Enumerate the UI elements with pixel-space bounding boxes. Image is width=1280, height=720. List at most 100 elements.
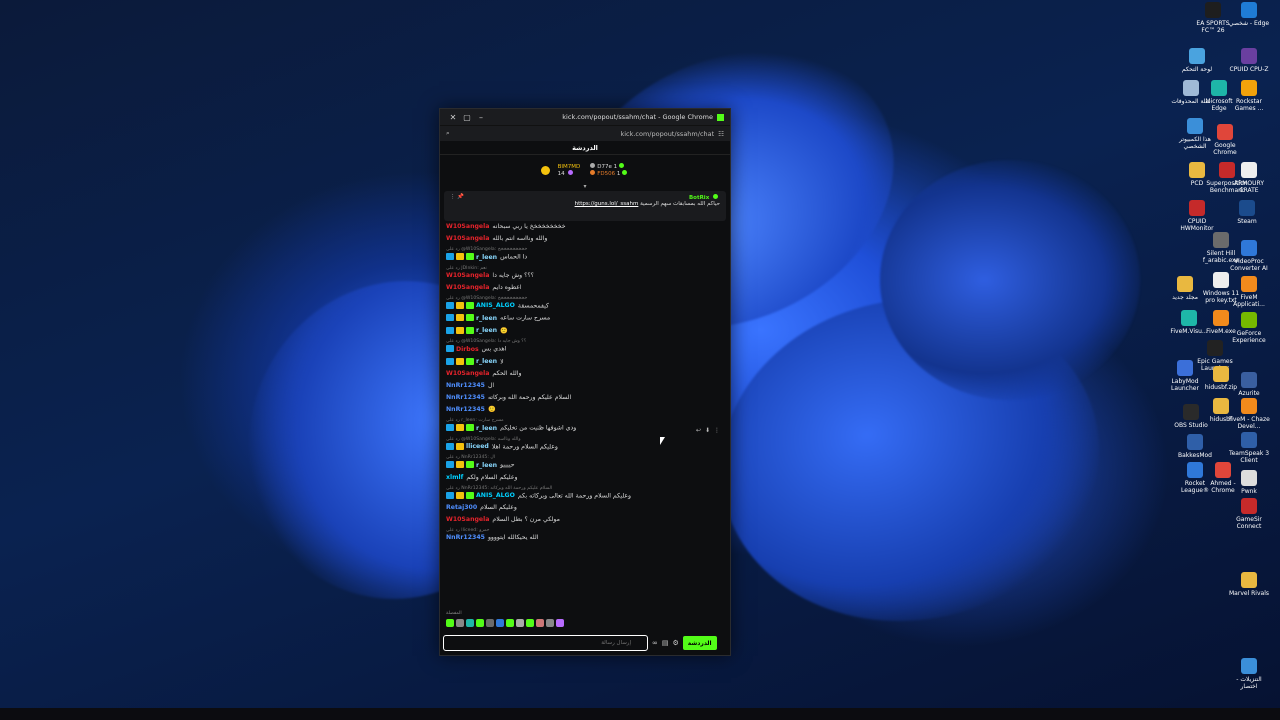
chat-messages[interactable]: W10Sangela خخخخخخخخخ يا ربي سبحانه W10Sang…	[440, 221, 730, 611]
chat-message[interactable]: W10Sangela والله ونااسه انتم بالله	[446, 235, 724, 243]
desktop-shortcut[interactable]: Rockstar Games ...	[1228, 80, 1270, 112]
more-icon[interactable]: ⋮	[714, 427, 724, 434]
close-icon[interactable]: ✕	[446, 113, 460, 122]
desktop-shortcut[interactable]: التنزيلات - اختصار	[1228, 658, 1270, 690]
chat-message[interactable]: رد على @W10Sangela: والله ونااسه lliceed و…	[446, 437, 724, 452]
reply-context[interactable]: رد على lliceed: حمرو	[446, 528, 724, 533]
emote-icon[interactable]	[476, 619, 484, 627]
desktop-shortcut[interactable]: BakkesMod	[1174, 434, 1216, 459]
message-username[interactable]: NnRr12345	[446, 394, 485, 401]
message-username[interactable]: r_leen	[476, 358, 497, 365]
reply-context[interactable]: رد على @W10Sangela: خخخخخخخخخخ	[446, 296, 724, 301]
maximize-icon[interactable]: ▢	[460, 113, 474, 122]
zoom-icon[interactable]: ⌕	[446, 129, 450, 138]
message-username[interactable]: NnRr12345	[446, 406, 485, 413]
chat-message[interactable]: Retaj300 وعليكم السلام	[446, 504, 724, 512]
desktop-shortcut[interactable]: TeamSpeak 3 Client	[1228, 432, 1270, 464]
chat-message[interactable]: رد على NnRr12345: ال r_leen حييييو	[446, 455, 724, 470]
message-username[interactable]: W10Sangela	[446, 272, 489, 279]
chat-message[interactable]: رد على @W10Sangela: خخخخخخخخخخ r_leen دا ا…	[446, 247, 724, 262]
message-username[interactable]: r_leen	[476, 327, 497, 334]
desktop-shortcut[interactable]: CPUID HWMonitor	[1176, 200, 1218, 232]
chrome-window[interactable]: ✕ ▢ – kick.com/popout/ssahm/chat - Google …	[439, 108, 731, 656]
reply-context[interactable]: رد على NnRr12345: السلام عليكم ورحمة الل…	[446, 486, 724, 491]
message-username[interactable]: r_leen	[476, 254, 497, 261]
chat-message[interactable]: رد على r_leen: مسرح سارت r_leen ودي اشوفها…	[446, 418, 724, 433]
chat-message[interactable]: W10Sangela مولكي مرن ؟ بطل السلام	[446, 516, 724, 524]
chat-message[interactable]: رد على NnRr12345: السلام عليكم ورحمة الل…	[446, 486, 724, 501]
emoji-icon[interactable]: ∞	[652, 639, 658, 647]
chat-message[interactable]: W10Sangela اعطوه دايم	[446, 284, 724, 292]
site-settings-icon[interactable]: ☷	[718, 130, 724, 138]
message-username[interactable]: NnRr12345	[446, 534, 485, 541]
desktop-shortcut[interactable]: Steam	[1226, 200, 1268, 225]
desktop-shortcut[interactable]: CPUID CPU-Z	[1228, 48, 1270, 73]
emote-icon[interactable]	[536, 619, 544, 627]
emote-icon[interactable]	[506, 619, 514, 627]
desktop-shortcut[interactable]: شخصي - Edge	[1228, 2, 1270, 27]
address-bar[interactable]: ⌕ kick.com/popout/ssahm/chat ☷	[440, 125, 730, 141]
minimize-icon[interactable]: –	[474, 113, 488, 122]
title-bar[interactable]: ✕ ▢ – kick.com/popout/ssahm/chat - Google …	[440, 109, 730, 125]
desktop-shortcut[interactable]: Pwnk	[1228, 470, 1270, 495]
message-username[interactable]: W10Sangela	[446, 284, 489, 291]
emote-icon[interactable]	[526, 619, 534, 627]
message-actions[interactable]: ↩⬇⋮	[696, 427, 724, 434]
message-username[interactable]: Dirbos	[456, 346, 479, 353]
message-username[interactable]: W10Sangela	[446, 516, 489, 523]
emote-icon[interactable]	[556, 619, 564, 627]
emote-icon[interactable]	[486, 619, 494, 627]
chat-message[interactable]: NnRr12345 🙂	[446, 406, 724, 414]
chat-message[interactable]: r_leen لا	[446, 357, 724, 367]
message-username[interactable]: r_leen	[476, 462, 497, 469]
desktop-shortcut[interactable]: ARMOURY CRATE	[1228, 162, 1270, 194]
emote-icon[interactable]	[446, 619, 454, 627]
chat-message[interactable]: W10Sangela والله الحكم	[446, 370, 724, 378]
settings-gear-icon[interactable]: ⚙	[672, 639, 678, 647]
message-username[interactable]: lliceed	[466, 443, 489, 450]
chat-message[interactable]: رد على @W10Sangela: ؟؟ وش جايه دا Dirbos ا…	[446, 339, 724, 354]
desktop-shortcut[interactable]: FiveM Applicati...	[1228, 276, 1270, 308]
desktop-shortcut[interactable]: Azurite	[1228, 372, 1270, 397]
chat-message[interactable]: r_leen مسرح سارت ساعه	[446, 314, 724, 323]
emote-icon[interactable]	[466, 619, 474, 627]
desktop-shortcut[interactable]: VideoProc Converter AI	[1228, 240, 1270, 272]
reply-context[interactable]: رد على @W10Sangela: خخخخخخخخخخ	[446, 247, 724, 252]
message-username[interactable]: xlmlf	[446, 474, 463, 481]
chat-message[interactable]: NnRr12345 ال	[446, 382, 724, 390]
chat-message[interactable]: رد على JDlnkin: نعم W10Sangela ؟؟؟ وش جايه…	[446, 266, 724, 280]
message-username[interactable]: W10Sangela	[446, 223, 489, 230]
emote-icon[interactable]	[516, 619, 524, 627]
desktop-shortcut[interactable]: GameSir Connect	[1228, 498, 1270, 530]
pin-icon[interactable]: ⬇	[705, 427, 714, 434]
url-text[interactable]: kick.com/popout/ssahm/chat	[620, 130, 714, 138]
reply-context[interactable]: رد على r_leen: مسرح سارت	[446, 418, 724, 423]
send-button[interactable]: الدردشة	[682, 636, 717, 650]
pinned-link[interactable]: https://guns.lol/_ssahm	[575, 201, 639, 207]
emote-icon[interactable]	[496, 619, 504, 627]
message-username[interactable]: r_leen	[476, 425, 497, 432]
reply-icon[interactable]: ↩	[696, 427, 705, 434]
desktop-shortcut[interactable]: FiveM - Chaze Devel...	[1228, 398, 1270, 430]
message-username[interactable]: r_leen	[476, 315, 497, 322]
message-username[interactable]: ANIS_ALGO	[476, 492, 515, 499]
message-username[interactable]: NnRr12345	[446, 382, 485, 389]
message-username[interactable]: ANIS_ALGO	[476, 302, 515, 309]
chat-message[interactable]: NnRr12345 السلام عليكم ورحمة الله وبركاته	[446, 394, 724, 402]
message-username[interactable]: W10Sangela	[446, 370, 489, 377]
clip-icon[interactable]: ▤	[662, 639, 669, 647]
reply-context[interactable]: رد على @W10Sangela: والله ونااسه	[446, 437, 724, 442]
reply-context[interactable]: رد على NnRr12345: ال	[446, 455, 724, 460]
emote-icon[interactable]	[546, 619, 554, 627]
desktop-shortcut[interactable]: Marvel Rivals	[1228, 572, 1270, 597]
emote-icon[interactable]	[456, 619, 464, 627]
message-username[interactable]: W10Sangela	[446, 235, 489, 242]
pin-menu-icons[interactable]: ⋮ 📌	[450, 194, 464, 201]
desktop-shortcut[interactable]: لوحة التحكم	[1176, 48, 1218, 73]
desktop-shortcut[interactable]: Google Chrome	[1204, 124, 1246, 156]
chat-message[interactable]: xlmlf وعليكم السلام ولكم	[446, 474, 724, 482]
reply-context[interactable]: رد على JDlnkin: نعم	[446, 266, 724, 271]
reply-context[interactable]: رد على @W10Sangela: ؟؟ وش جايه دا	[446, 339, 724, 344]
message-username[interactable]: Retaj300	[446, 504, 477, 511]
chat-message[interactable]: رد على @W10Sangela: خخخخخخخخخخ ANIS_ALGO ك…	[446, 296, 724, 311]
